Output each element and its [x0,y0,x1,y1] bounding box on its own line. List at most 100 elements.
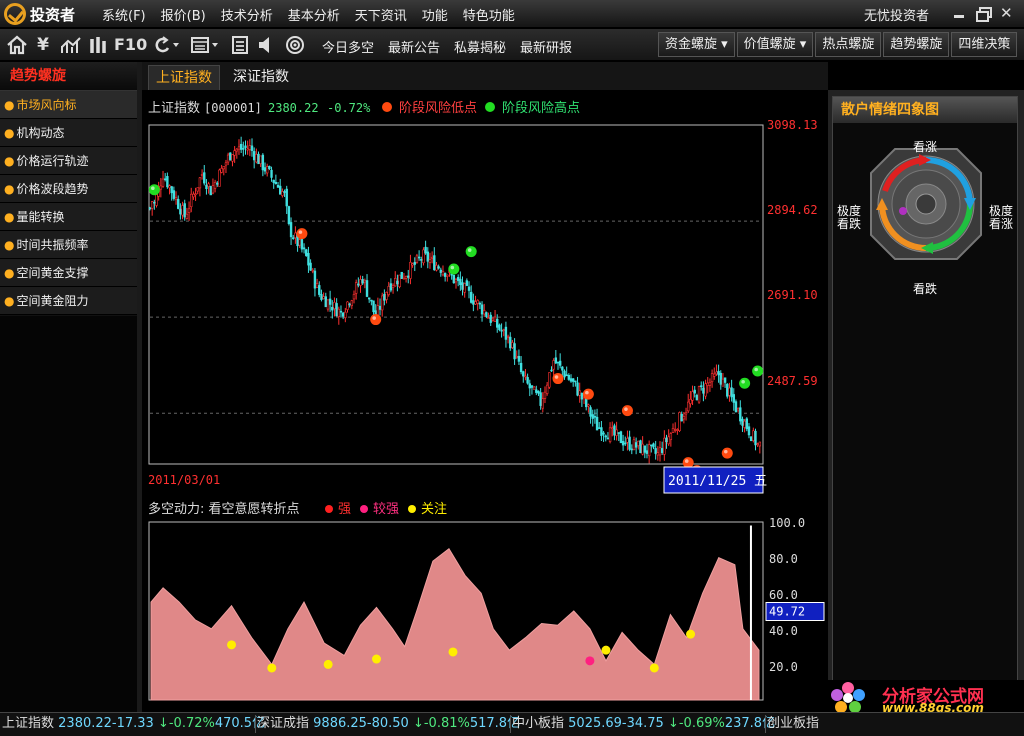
trend-spiral-button[interactable]: 趋势螺旋 [883,32,950,57]
candle-body [365,280,369,297]
nav-label: 机构动态 [16,126,65,140]
candle-body [669,433,673,440]
watch-turn-marker [267,663,277,673]
close-button[interactable]: ✕ [1000,6,1014,21]
candle-body [537,390,540,394]
4d-decision-button[interactable]: 四维决策 [951,32,1018,57]
link-daily-bullbear[interactable]: 今日多空 [322,37,374,56]
ticker-chinext[interactable]: 创业板指 [767,713,819,735]
candle-body [580,392,584,400]
candle-body [420,259,423,261]
menu-technical[interactable]: 技术分析 [221,5,273,24]
candle-body [409,262,412,279]
menu-system[interactable]: 系统(F) [102,5,146,24]
candle-body [652,443,655,448]
target-icon[interactable] [284,35,306,55]
f10-button[interactable]: F10 [114,35,147,55]
list-icon[interactable] [230,35,250,55]
sound-icon[interactable] [256,35,276,55]
candle-body [187,208,191,213]
risk-low-marker-highlight [298,230,303,234]
candle-body [320,294,323,300]
candle-body [257,153,260,165]
candle-body [239,143,243,150]
candle-body [231,154,234,162]
menu-special[interactable]: 特色功能 [463,5,515,24]
app-name: 投资者 [30,5,76,24]
status-divider [510,715,511,733]
link-research[interactable]: 最新研报 [520,37,572,56]
minimize-button[interactable] [952,7,966,19]
candle-body [163,178,167,181]
home-icon[interactable] [6,35,28,55]
nav-volume[interactable]: ● 量能转换 [0,203,137,231]
tab-shenzhen-index[interactable]: 深证指数 [226,65,296,90]
nav-institution[interactable]: ● 机构动态 [0,119,137,147]
link-private-equity[interactable]: 私募揭秘 [454,37,506,56]
chart-change: -0.72% [327,101,371,115]
risk-low-marker-highlight [723,449,728,454]
candle-body [276,185,280,188]
risk-high-marker [752,365,764,377]
restore-button[interactable] [976,7,992,22]
fund-spiral-button[interactable]: 资金螺旋 ▾ [658,32,735,57]
candle-body [261,154,265,171]
right-panel: 散户情绪四象图 看涨 极度 看跌 极度 看涨 看跌 [828,90,1024,712]
menu-fundamental[interactable]: 基本分析 [288,5,340,24]
ticker-shanghai[interactable]: 上证指数 2380.22-17.33 ↓-0.72%470.5亿 [2,713,265,735]
candle-body [704,383,707,397]
menu-functions[interactable]: 功能 [422,5,448,24]
window-icon[interactable] [190,35,222,55]
flower-logo-icon [831,682,865,713]
ticker-name: 上证指数 [2,716,55,731]
user-name[interactable]: 无忧投资者 [864,5,929,24]
candle-body [522,371,525,377]
candle-body [259,155,262,164]
menu-news[interactable]: 天下资讯 [355,5,407,24]
candle-body [615,429,618,436]
nav-market-indicator[interactable]: ● 市场风向标 [0,91,137,119]
candle-body [732,394,735,403]
hotspot-spiral-button[interactable]: 热点螺旋 [815,32,882,57]
bullet-icon: ● [4,210,15,224]
candle-body [734,401,738,413]
candle-body [446,274,449,277]
candle-body [459,278,462,286]
ticker-sme[interactable]: 中小板指 5025.69-34.75 ↓-0.69%237.8亿 [512,713,775,735]
candle-body [691,391,694,401]
risk-low-marker-highlight [372,316,377,320]
legend-medium-dot [360,505,368,513]
bullet-icon: ● [4,182,15,196]
candle-body [305,249,308,256]
link-announcements[interactable]: 最新公告 [388,37,440,56]
candle-body [235,148,239,152]
candle-body [252,151,256,161]
value-spiral-button[interactable]: 价值螺旋 ▾ [736,32,814,57]
legend-high-label: 阶段风险高点 [502,100,580,116]
refresh-icon[interactable] [150,35,182,55]
menu-quote[interactable]: 报价(B) [161,5,206,24]
candle-body [710,373,714,383]
nav-price-wave[interactable]: ● 价格波段趋势 [0,175,137,203]
candle-body [352,294,356,300]
candle-body [289,222,293,238]
nav-golden-support[interactable]: ● 空间黄金支撑 [0,259,137,287]
nav-price-track[interactable]: ● 价格运行轨迹 [0,147,137,175]
ticker-shenzhen[interactable]: 深证成指 9886.25-80.50 ↓-0.81%517.8亿 [257,713,520,735]
tab-shanghai-index[interactable]: 上证指数 [148,65,220,90]
risk-high-marker-highlight [754,367,758,372]
trend-icon[interactable] [60,35,82,55]
yen-icon[interactable]: ¥ [34,35,52,55]
candle-body [660,448,664,453]
nav-golden-resistance[interactable]: ● 空间黄金阻力 [0,287,137,315]
nav-time-resonance[interactable]: ● 时间共振频率 [0,231,137,259]
candle-body [205,184,208,189]
candle-body [170,186,173,194]
candle-body [524,375,527,378]
candle-body [678,412,681,432]
ticker-change: ↓-0.81% [412,716,470,731]
candle-body [723,377,727,383]
candle-body [491,318,495,321]
candle-body [174,197,178,200]
bars-icon[interactable] [89,35,109,55]
